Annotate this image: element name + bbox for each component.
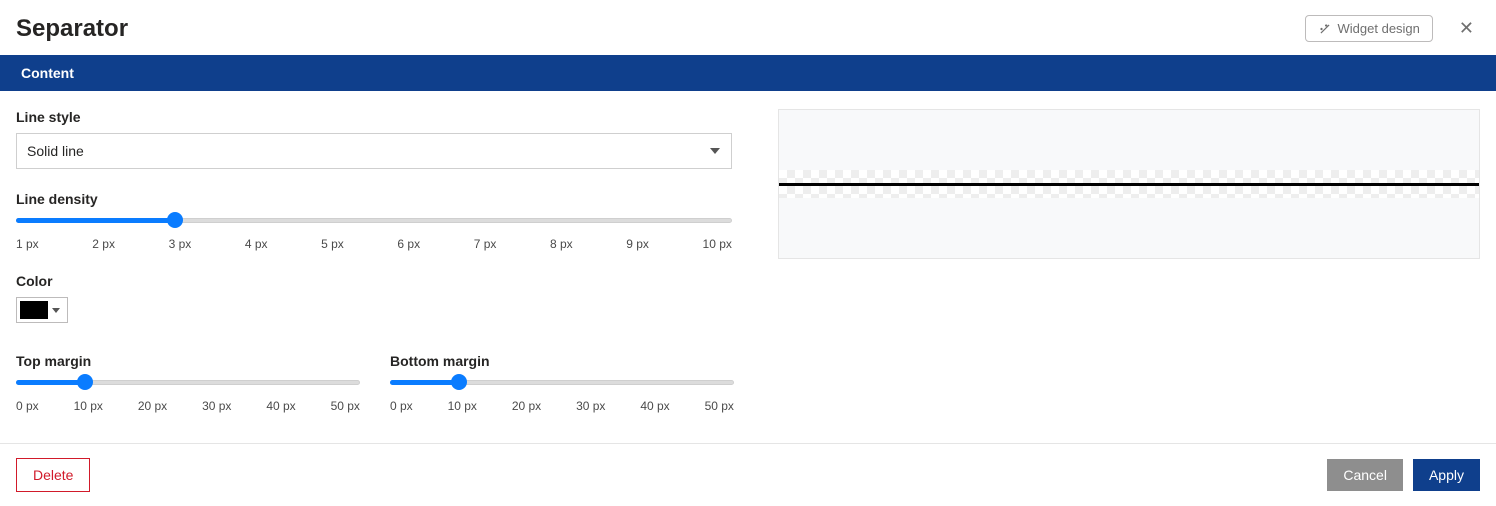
chevron-down-icon	[52, 308, 60, 313]
line-style-label: Line style	[16, 109, 748, 125]
top-margin-field: Top margin 0 px 10 px 20 px 30 px 40 px …	[16, 353, 360, 413]
wand-icon	[1318, 22, 1332, 36]
widget-design-button[interactable]: Widget design	[1305, 15, 1433, 42]
line-density-thumb[interactable]	[167, 212, 183, 228]
top-margin-ticks: 0 px 10 px 20 px 30 px 40 px 50 px	[16, 399, 360, 413]
line-density-field: Line density 1 px 2 px 3 px 4 px 5 px 6 …	[16, 191, 748, 251]
color-swatch	[20, 301, 48, 319]
top-margin-slider[interactable]	[16, 377, 360, 393]
content-section-bar[interactable]: Content	[0, 55, 1496, 91]
preview-line	[779, 183, 1479, 186]
bottom-margin-field: Bottom margin 0 px 10 px 20 px 30 px 40 …	[390, 353, 734, 413]
bottom-margin-label: Bottom margin	[390, 353, 734, 369]
widget-design-label: Widget design	[1338, 21, 1420, 36]
close-icon[interactable]: ✕	[1453, 14, 1480, 43]
bottom-margin-thumb[interactable]	[451, 374, 467, 390]
bottom-margin-ticks: 0 px 10 px 20 px 30 px 40 px 50 px	[390, 399, 734, 413]
line-density-slider[interactable]	[16, 215, 732, 231]
content-section-label: Content	[5, 55, 1496, 91]
apply-button[interactable]: Apply	[1413, 459, 1480, 491]
color-label: Color	[16, 273, 748, 289]
bottom-margin-slider[interactable]	[390, 377, 734, 393]
cancel-button[interactable]: Cancel	[1327, 459, 1403, 491]
line-style-select[interactable]: Solid line	[16, 133, 732, 169]
line-style-field: Line style Solid line	[16, 109, 748, 169]
page-title: Separator	[16, 15, 1305, 43]
line-density-label: Line density	[16, 191, 748, 207]
color-picker-button[interactable]	[16, 297, 68, 323]
top-margin-label: Top margin	[16, 353, 360, 369]
top-margin-thumb[interactable]	[77, 374, 93, 390]
line-density-ticks: 1 px 2 px 3 px 4 px 5 px 6 px 7 px 8 px …	[16, 237, 732, 251]
delete-button[interactable]: Delete	[16, 458, 90, 492]
color-field: Color	[16, 273, 748, 323]
separator-preview	[778, 109, 1480, 259]
